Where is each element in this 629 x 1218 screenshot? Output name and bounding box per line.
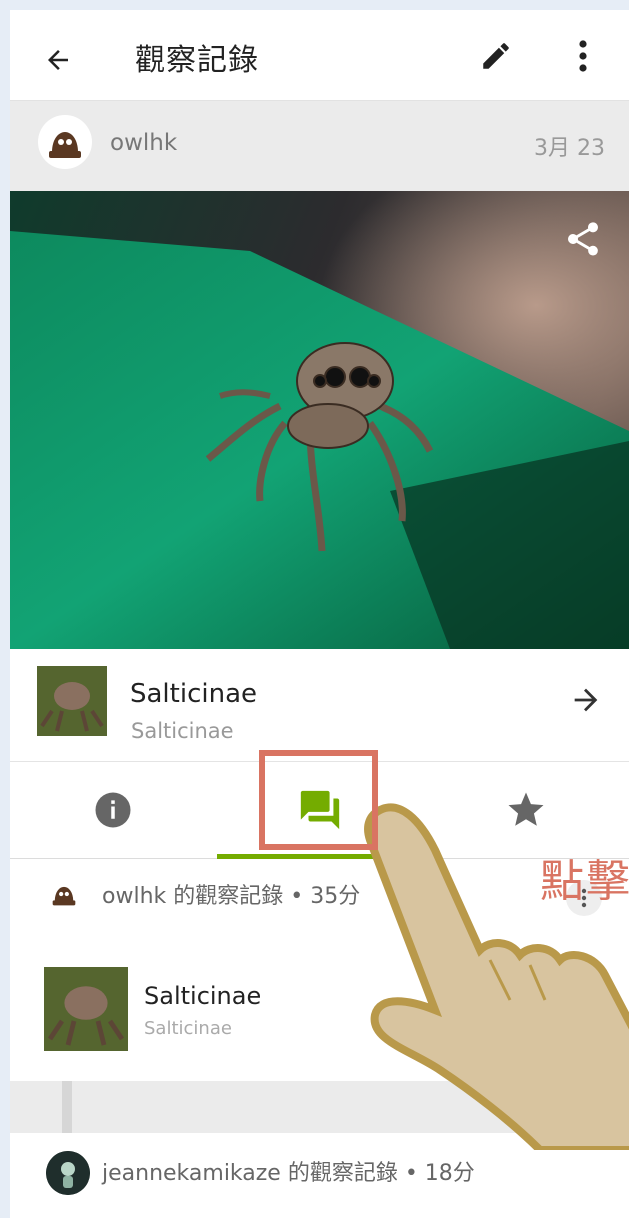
tab-bar [10,762,629,859]
back-button[interactable] [36,38,80,82]
activity-header: owlhk 的觀察記錄 • 35分 [102,884,361,909]
identification-scientific-name: Salticinae [144,1018,232,1039]
observer-row: owlhk 3月 23 [10,101,629,191]
chat-bubbles-icon [300,790,340,830]
app-bar: 觀察記錄 [10,10,629,101]
user-avatar-icon [46,1151,90,1195]
share-button[interactable] [563,219,603,259]
pencil-icon [483,43,509,69]
info-icon [95,792,131,828]
owlhk-logo-icon [42,119,88,165]
taxon-open-button[interactable] [569,683,609,723]
avatar[interactable] [46,876,82,912]
phone-screen: 觀察記錄 owlhk 3月 23 Salticinae Salticinae o… [10,10,629,1218]
observation-date: 3月 23 [534,136,605,161]
observation-photo[interactable] [10,191,629,649]
taxon-thumbnail [37,666,107,736]
thread-line [62,1081,72,1133]
tab-favorites[interactable] [423,762,629,858]
spider-thumbnail-icon [44,967,128,1051]
comment-item: jeannekamikaze 的觀察記錄 • 18分 [10,1133,629,1218]
thread-divider [10,1081,629,1133]
star-icon [508,792,544,826]
edit-button[interactable] [474,34,518,78]
arrow-right-icon [574,688,598,712]
activity-feed: owlhk 的觀察記錄 • 35分 Salticinae Salticinae [10,860,629,1090]
owlhk-logo-icon [47,877,81,911]
observer-name[interactable]: owlhk [110,130,177,156]
overflow-menu-button[interactable] [563,34,603,78]
spider-thumbnail-icon [37,666,107,736]
avatar[interactable] [38,115,92,169]
identification-common-name[interactable]: Salticinae [144,982,261,1010]
taxon-row[interactable]: Salticinae Salticinae [10,649,629,762]
share-icon [568,222,598,256]
identification-thumbnail [44,967,128,1051]
active-tab-indicator [217,854,423,859]
tap-hint-text: 點擊 [540,856,629,907]
taxon-scientific-name: Salticinae [131,719,234,743]
avatar[interactable] [46,1151,90,1195]
tab-info[interactable] [10,762,216,858]
arrow-left-icon [48,50,68,70]
tab-activity[interactable] [217,762,423,858]
jumping-spider-photo [10,191,629,649]
comment-header: jeannekamikaze 的觀察記錄 • 18分 [102,1161,475,1186]
page-title: 觀察記錄 [135,43,259,78]
more-vertical-icon [579,40,587,72]
taxon-common-name: Salticinae [130,679,258,709]
